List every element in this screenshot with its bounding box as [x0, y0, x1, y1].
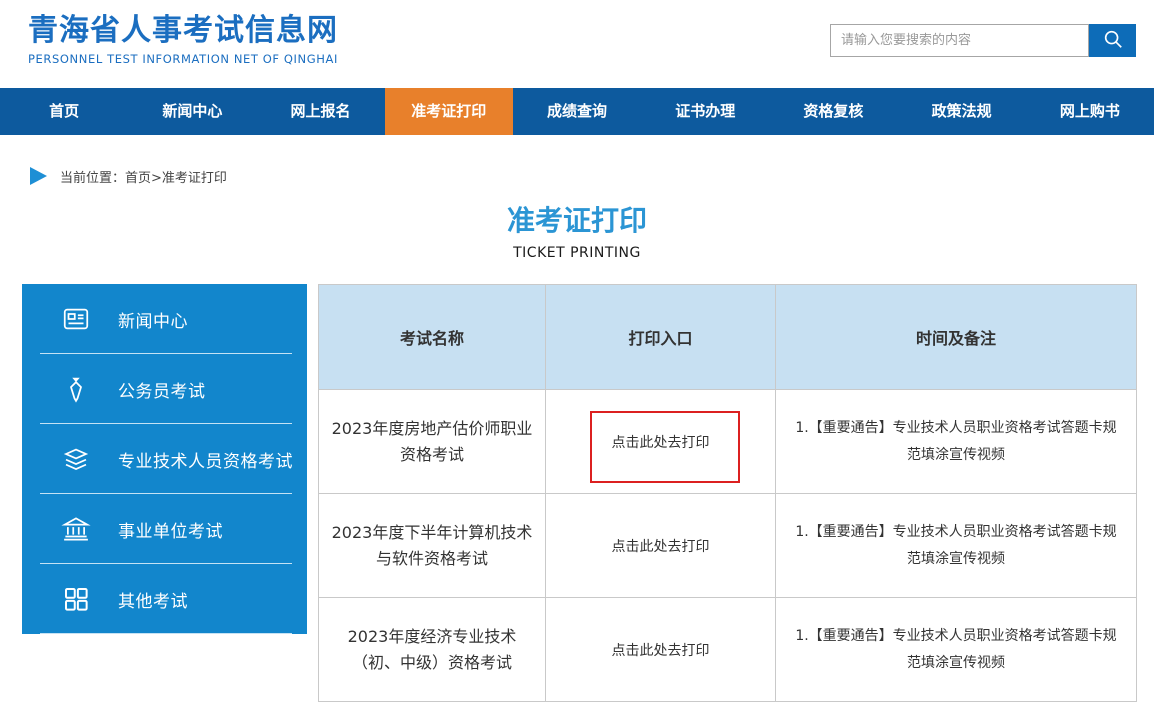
sidebar-item-label: 专业技术人员资格考试 [118, 447, 293, 472]
site-subtitle: PERSONNEL TEST INFORMATION NET OF QINGHA… [28, 52, 338, 66]
print-entry-cell: 点击此处去打印 [546, 598, 776, 702]
print-entry-link[interactable]: 点击此处去打印 [612, 435, 710, 451]
print-entry-link[interactable]: 点击此处去打印 [612, 539, 710, 555]
note-cell: 1.【重要通告】专业技术人员职业资格考试答题卡规范填涂宣传视频 [776, 598, 1137, 702]
table-row: 2023年度房地产估价师职业资格考试 点击此处去打印 1.【重要通告】专业技术人… [319, 390, 1137, 494]
table-row: 2023年度经济专业技术（初、中级）资格考试 点击此处去打印 1.【重要通告】专… [319, 598, 1137, 702]
print-entry-link[interactable]: 点击此处去打印 [612, 643, 710, 659]
sidebar: 新闻中心 公务员考试 专业技术人员资格考试 事业单位考试 其他考试 [22, 284, 307, 634]
exam-name-cell: 2023年度经济专业技术（初、中级）资格考试 [319, 598, 546, 702]
breadcrumb-path[interactable]: 首页>准考证打印 [125, 171, 227, 186]
nav-item-8[interactable]: 网上购书 [1026, 88, 1154, 135]
sidebar-item-label: 事业单位考试 [118, 517, 223, 542]
note-cell: 1.【重要通告】专业技术人员职业资格考试答题卡规范填涂宣传视频 [776, 390, 1137, 494]
note-cell: 1.【重要通告】专业技术人员职业资格考试答题卡规范填涂宣传视频 [776, 494, 1137, 598]
nav-item-1[interactable]: 新闻中心 [128, 88, 256, 135]
main-content: 新闻中心 公务员考试 专业技术人员资格考试 事业单位考试 其他考试 考试名称打印… [0, 284, 1154, 702]
breadcrumb: 当前位置：首页>准考证打印 [30, 166, 1154, 186]
nav-item-6[interactable]: 资格复核 [769, 88, 897, 135]
main-nav: 首页新闻中心网上报名准考证打印成绩查询证书办理资格复核政策法规网上购书 [0, 88, 1154, 135]
print-entry-cell: 点击此处去打印 [546, 494, 776, 598]
print-entry-cell: 点击此处去打印 [546, 390, 776, 494]
page-title: 准考证打印 [0, 199, 1154, 239]
bank-icon [60, 513, 92, 545]
sidebar-item-4[interactable]: 其他考试 [22, 564, 307, 634]
exam-table: 考试名称打印入口时间及备注 2023年度房地产估价师职业资格考试 点击此处去打印… [318, 284, 1137, 702]
layers-icon [60, 443, 92, 475]
table-header-row: 考试名称打印入口时间及备注 [319, 285, 1137, 390]
sidebar-item-2[interactable]: 专业技术人员资格考试 [22, 424, 307, 494]
nav-item-4[interactable]: 成绩查询 [513, 88, 641, 135]
tie-icon [60, 373, 92, 405]
nav-item-2[interactable]: 网上报名 [256, 88, 384, 135]
search-button[interactable] [1089, 24, 1136, 57]
exam-table-wrapper: 考试名称打印入口时间及备注 2023年度房地产估价师职业资格考试 点击此处去打印… [318, 284, 1136, 702]
search-bar [830, 24, 1136, 57]
site-logo[interactable]: 青海省人事考试信息网 PERSONNEL TEST INFORMATION NE… [28, 13, 338, 66]
column-header-2: 时间及备注 [776, 285, 1137, 390]
search-icon [1102, 28, 1124, 53]
column-header-1: 打印入口 [546, 285, 776, 390]
sidebar-item-1[interactable]: 公务员考试 [22, 354, 307, 424]
site-title: 青海省人事考试信息网 [28, 13, 338, 49]
column-header-0: 考试名称 [319, 285, 546, 390]
exam-name-cell: 2023年度房地产估价师职业资格考试 [319, 390, 546, 494]
breadcrumb-label: 当前位置： [60, 171, 125, 186]
site-header: 青海省人事考试信息网 PERSONNEL TEST INFORMATION NE… [0, 0, 1154, 88]
table-row: 2023年度下半年计算机技术与软件资格考试 点击此处去打印 1.【重要通告】专业… [319, 494, 1137, 598]
breadcrumb-arrow-icon [30, 167, 47, 185]
search-input[interactable] [830, 24, 1089, 57]
sidebar-item-label: 公务员考试 [118, 377, 206, 402]
sidebar-item-label: 新闻中心 [118, 307, 188, 332]
sidebar-item-0[interactable]: 新闻中心 [22, 284, 307, 354]
sidebar-item-3[interactable]: 事业单位考试 [22, 494, 307, 564]
nav-item-3-active[interactable]: 准考证打印 [385, 88, 513, 135]
page-subtitle: TICKET PRINTING [0, 245, 1154, 261]
nav-item-7[interactable]: 政策法规 [898, 88, 1026, 135]
exam-name-cell: 2023年度下半年计算机技术与软件资格考试 [319, 494, 546, 598]
news-icon [60, 303, 92, 335]
nav-item-5[interactable]: 证书办理 [641, 88, 769, 135]
sidebar-item-label: 其他考试 [118, 587, 188, 612]
nav-item-0[interactable]: 首页 [0, 88, 128, 135]
grid-icon [60, 583, 92, 615]
